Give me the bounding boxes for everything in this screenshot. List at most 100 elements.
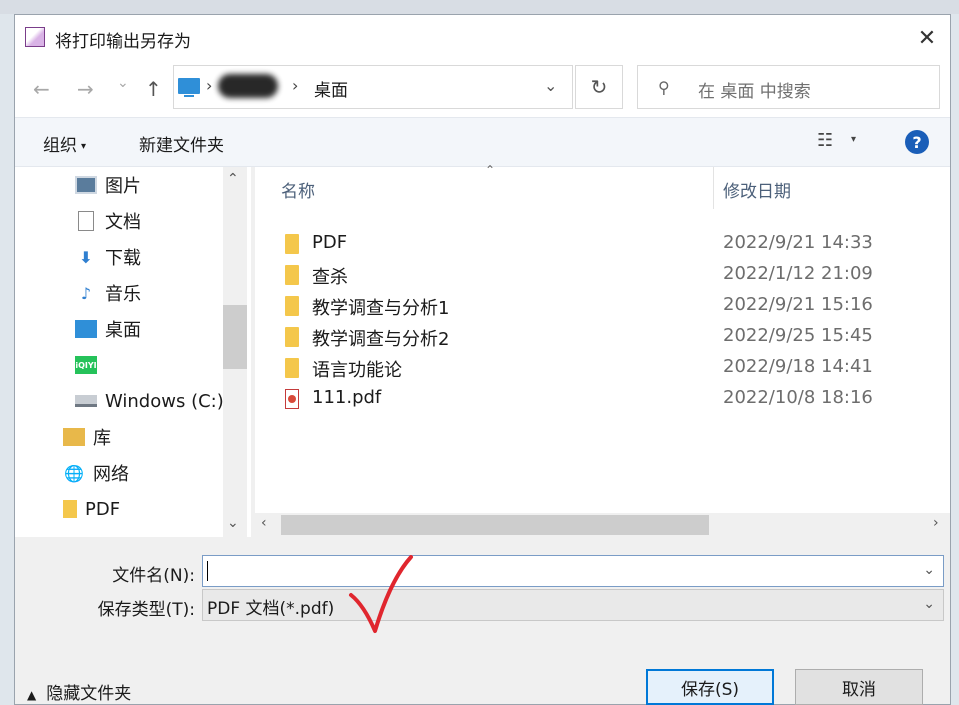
column-divider[interactable] <box>713 167 714 209</box>
navigation-pane: 图片 文档 ⬇ 下载 ♪ 音乐 桌面 iQIYI Windows (C:) 库 <box>15 167 251 537</box>
new-folder-button[interactable]: 新建文件夹 <box>139 131 224 156</box>
chevron-down-icon[interactable]: ⌄ <box>923 562 935 578</box>
scroll-up-icon[interactable]: ⌃ <box>227 171 239 187</box>
folder-icon <box>285 358 299 378</box>
hide-folders-label: 隐藏文件夹 <box>46 684 132 704</box>
chevron-down-icon[interactable]: ⌄ <box>544 76 557 95</box>
search-input[interactable]: ⚲ 在 桌面 中搜索 <box>637 65 940 109</box>
nav-item-label: 网络 <box>93 464 129 485</box>
title-bar: 将打印输出另存为 ✕ <box>15 15 950 61</box>
file-name: 语言功能论 <box>312 360 402 381</box>
network-icon: 🌐 <box>64 463 84 483</box>
save-button[interactable]: 保存(S) <box>646 669 774 705</box>
documents-icon-page <box>78 211 94 231</box>
file-date: 2022/1/12 21:09 <box>723 263 873 284</box>
file-row[interactable]: 查杀 2022/1/12 21:09 <box>255 259 935 290</box>
refresh-button[interactable]: ↻ <box>575 65 623 109</box>
drive-icon <box>75 395 97 407</box>
background-app-toolbar <box>0 0 959 15</box>
up-button[interactable]: ↑ <box>145 77 162 101</box>
scroll-left-icon[interactable]: ‹ <box>261 515 267 531</box>
scroll-right-icon[interactable]: › <box>933 515 939 531</box>
breadcrumb-separator: › <box>206 76 213 95</box>
file-row[interactable]: 语言功能论 2022/9/18 14:41 <box>255 352 935 383</box>
folder-icon <box>285 327 299 347</box>
nav-scroll-thumb[interactable] <box>223 305 247 369</box>
folder-icon <box>285 234 299 254</box>
command-bar: 组织 ▾ 新建文件夹 ☷ ▾ ? <box>15 117 950 167</box>
background-app-right <box>951 14 959 705</box>
file-row[interactable]: PDF 2022/9/21 14:33 <box>255 228 935 259</box>
window-title: 将打印输出另存为 <box>55 32 191 52</box>
filename-label: 文件名(N): <box>112 566 195 586</box>
cancel-button[interactable]: 取消 <box>795 669 923 705</box>
file-date: 2022/9/18 14:41 <box>723 356 873 377</box>
chevron-up-icon: ▲ <box>27 688 37 702</box>
close-button[interactable]: ✕ <box>904 15 950 61</box>
nav-item-label: Windows (C:) <box>105 390 224 412</box>
search-placeholder: 在 桌面 中搜索 <box>698 82 811 102</box>
nav-item-label: 音乐 <box>105 284 141 305</box>
forward-button[interactable]: → <box>77 77 94 101</box>
nav-item-label: 图片 <box>105 176 141 197</box>
library-icon <box>63 428 85 446</box>
back-button[interactable]: ← <box>33 77 50 101</box>
address-bar[interactable]: › › 桌面 ⌄ <box>173 65 573 109</box>
column-header-name[interactable]: 名称 <box>281 177 315 202</box>
file-row[interactable]: 教学调查与分析1 2022/9/21 15:16 <box>255 290 935 321</box>
file-date: 2022/10/8 18:16 <box>723 387 873 408</box>
filename-input[interactable]: ⌄ <box>202 555 944 587</box>
nav-item-label: 桌面 <box>105 320 141 341</box>
file-name: 教学调查与分析2 <box>312 329 450 350</box>
view-options-icon[interactable]: ☷ <box>817 130 833 151</box>
breadcrumb-separator: › <box>292 76 299 95</box>
iqiyi-icon: iQIYI <box>75 356 97 374</box>
nav-item-label: 库 <box>93 428 111 449</box>
nav-item-label: 文档 <box>105 212 141 233</box>
desktop-icon <box>75 320 97 338</box>
breadcrumb-current[interactable]: 桌面 <box>314 76 348 101</box>
music-icon: ♪ <box>80 283 92 303</box>
text-caret <box>207 561 208 581</box>
help-icon[interactable]: ? <box>905 130 929 154</box>
recent-locations-button[interactable]: ⌄ <box>117 75 129 91</box>
background-app-left <box>0 14 14 705</box>
pdf-file-icon <box>285 389 299 409</box>
file-date: 2022/9/21 14:33 <box>723 232 873 253</box>
red-checkmark-annotation <box>349 555 413 633</box>
pictures-icon <box>75 176 97 194</box>
horizontal-scrollbar[interactable]: ‹ › <box>255 513 950 537</box>
scroll-down-icon[interactable]: ⌄ <box>227 515 239 531</box>
chevron-down-icon: ▾ <box>81 140 87 152</box>
hide-folders-toggle[interactable]: ▲ 隐藏文件夹 <box>27 679 131 704</box>
filetype-select[interactable]: PDF 文档(*.pdf) ⌄ <box>202 589 944 621</box>
documents-icon <box>75 211 97 231</box>
folder-icon <box>63 500 77 518</box>
file-date: 2022/9/25 15:45 <box>723 325 873 346</box>
redacted-breadcrumb <box>218 74 278 98</box>
file-list: ⌃ 名称 修改日期 PDF 2022/9/21 14:33 查杀 2022/1/… <box>255 163 950 537</box>
nav-item-label: 下载 <box>105 248 141 269</box>
file-row[interactable]: 111.pdf 2022/10/8 18:16 <box>255 383 935 414</box>
folder-icon <box>285 265 299 285</box>
organize-button[interactable]: 组织 ▾ <box>43 131 86 156</box>
filetype-label: 保存类型(T): <box>97 600 195 620</box>
save-as-dialog: 将打印输出另存为 ✕ ← → ⌄ ↑ › › 桌面 ⌄ ↻ ⚲ 在 桌面 中搜索… <box>14 14 951 705</box>
filetype-value: PDF 文档(*.pdf) <box>207 599 335 619</box>
file-name: PDF <box>312 232 348 253</box>
folder-icon <box>285 296 299 316</box>
chevron-down-icon[interactable]: ▾ <box>851 134 856 145</box>
column-header-date[interactable]: 修改日期 <box>723 177 791 202</box>
file-row[interactable]: 教学调查与分析2 2022/9/25 15:45 <box>255 321 935 352</box>
file-date: 2022/9/21 15:16 <box>723 294 873 315</box>
chevron-down-icon[interactable]: ⌄ <box>923 596 935 612</box>
this-pc-icon <box>178 78 200 97</box>
nav-scrollbar[interactable]: ⌃ ⌄ <box>223 167 247 537</box>
horizontal-scroll-thumb[interactable] <box>281 515 709 535</box>
file-name: 111.pdf <box>312 387 382 408</box>
address-row: ← → ⌄ ↑ › › 桌面 ⌄ ↻ ⚲ 在 桌面 中搜索 <box>15 61 950 117</box>
search-icon: ⚲ <box>658 78 670 97</box>
file-name: 查杀 <box>312 267 348 288</box>
app-icon <box>25 27 45 47</box>
file-name: 教学调查与分析1 <box>312 298 450 319</box>
